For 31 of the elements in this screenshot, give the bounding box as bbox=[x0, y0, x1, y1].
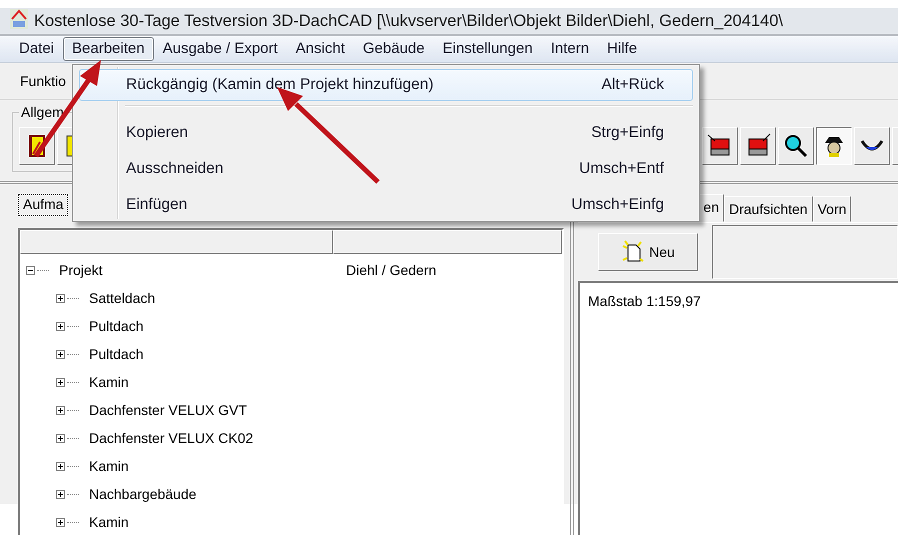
menu-item[interactable]: Rückgängig (Kamin dem Projekt hinzufügen) Alt+Rück bbox=[79, 69, 693, 101]
menu-item[interactable]: Gebäude bbox=[354, 37, 434, 61]
menu-item[interactable]: Datei bbox=[10, 37, 64, 61]
tree-item[interactable]: Dachfenster VELUX GVT bbox=[89, 402, 247, 418]
menu-item[interactable]: Ausschneiden Umsch+Entf bbox=[79, 153, 693, 185]
tree-item[interactable]: Kamin bbox=[89, 514, 129, 530]
menu-item[interactable]: Ausgabe / Export bbox=[154, 37, 287, 61]
menu-item[interactable]: Intern bbox=[542, 37, 598, 61]
menu-item[interactable]: Bearbeiten bbox=[63, 37, 154, 61]
menu-item[interactable]: Kopieren Strg+Einfg bbox=[79, 117, 693, 149]
tab[interactable]: Aufma bbox=[18, 194, 68, 216]
new-button[interactable]: Neu bbox=[598, 233, 698, 271]
tab[interactable]: Draufsichten bbox=[724, 196, 813, 222]
tree-item[interactable]: Kamin bbox=[89, 458, 129, 474]
tree-value: Diehl / Gedern bbox=[346, 262, 436, 278]
scale-label: Maßstab 1:159,97 bbox=[588, 293, 701, 309]
tree-item[interactable]: Projekt bbox=[59, 262, 103, 278]
tree-item[interactable]: Satteldach bbox=[89, 290, 156, 306]
panel-label: Funktio bbox=[20, 73, 66, 89]
menu-item[interactable]: Einstellungen bbox=[434, 37, 542, 61]
tree-item[interactable]: Kamin bbox=[89, 374, 129, 390]
group-label: Allgem bbox=[19, 104, 66, 120]
tree-item[interactable]: Pultdach bbox=[89, 346, 144, 362]
window-title: Kostenlose 30-Tage Testversion 3D-DachCAD [\\ukvserver\Bilder\Objekt Bilder\Diehl, Gedern_204140\ bbox=[34, 12, 783, 30]
tree-item[interactable]: Dachfenster VELUX CK02 bbox=[89, 430, 254, 446]
menu-item[interactable]: Einfügen Umsch+Einfg bbox=[79, 189, 693, 221]
menu-item[interactable]: Ansicht bbox=[286, 37, 354, 61]
tree-item[interactable]: Pultdach bbox=[89, 318, 144, 334]
menu-item[interactable]: Hilfe bbox=[598, 37, 646, 61]
tab[interactable]: Vorn bbox=[812, 196, 852, 222]
tree-item[interactable]: Nachbargebäude bbox=[89, 486, 196, 502]
